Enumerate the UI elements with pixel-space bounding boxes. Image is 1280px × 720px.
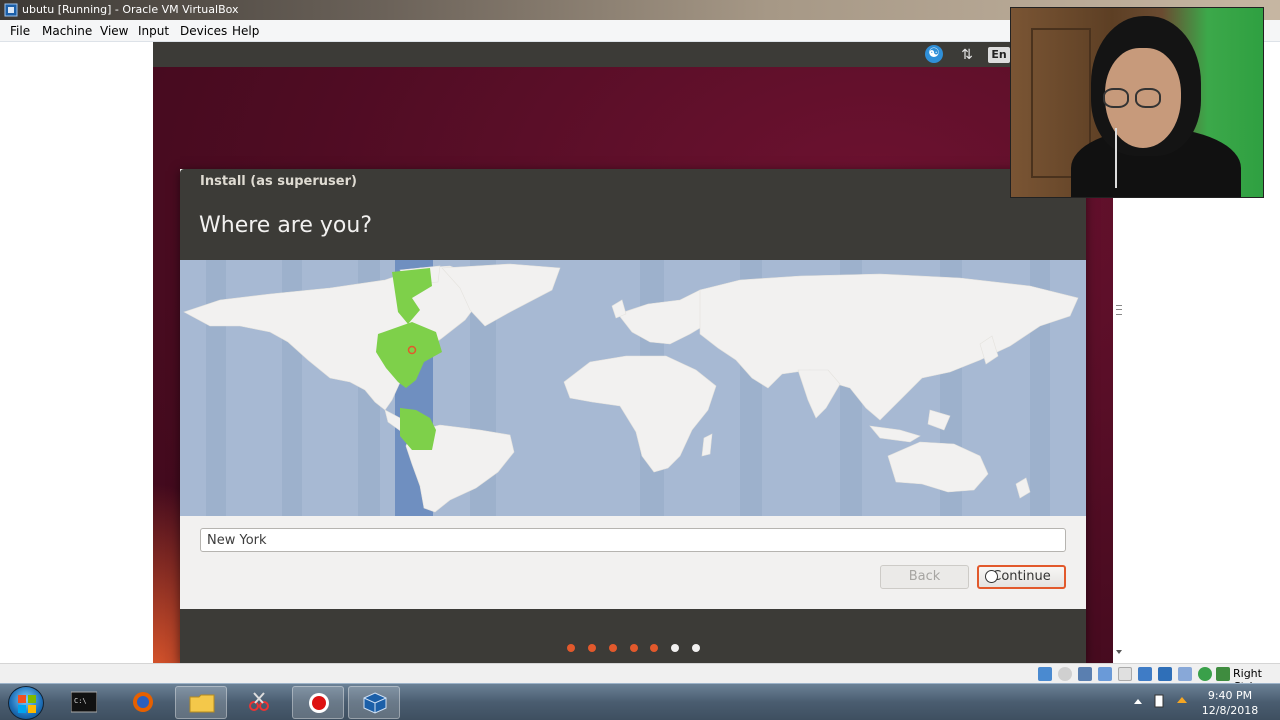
power-icon[interactable] (1175, 694, 1189, 708)
firefox-icon (133, 692, 153, 712)
folder-icon (189, 694, 215, 713)
continue-button[interactable]: Continue (977, 565, 1066, 589)
clock-date: 12/8/2018 (1201, 704, 1259, 717)
start-button[interactable] (8, 686, 44, 720)
taskbar-virtualbox[interactable] (348, 686, 400, 719)
accessibility-icon[interactable]: ☯ (925, 45, 943, 63)
progress-dot-completed (650, 644, 658, 652)
taskbar-firefox[interactable] (117, 686, 169, 719)
earphone-wire (1115, 128, 1117, 188)
windows-logo-icon (18, 695, 36, 713)
installer-header: Install (as superuser) Where are you? (180, 169, 1086, 260)
location-input[interactable] (200, 528, 1066, 552)
audio-icon[interactable] (1078, 667, 1092, 681)
virtualbox-icon (363, 692, 387, 714)
timezone-map[interactable] (180, 260, 1086, 516)
webcam-overlay (1010, 7, 1264, 198)
glasses-icon (1135, 88, 1161, 108)
record-icon (309, 693, 329, 713)
progress-dot-pending (671, 644, 679, 652)
clock-time: 9:40 PM (1207, 689, 1253, 702)
usb-icon[interactable] (1118, 667, 1132, 681)
network-adapter-icon[interactable] (1098, 667, 1112, 681)
menu-machine[interactable]: Machine (42, 24, 92, 38)
busy-cursor-icon (985, 570, 998, 583)
network-icon[interactable]: ⇅ (957, 45, 977, 65)
system-clock[interactable]: 9:40 PM 12/8/2018 (1196, 688, 1264, 718)
scissors-icon (249, 692, 269, 711)
installer-window-title: Install (as superuser) (200, 174, 357, 189)
taskbar-file-explorer[interactable] (175, 686, 227, 719)
installer-dialog: Install (as superuser) Where are you? Ne… (180, 169, 1086, 663)
back-button[interactable]: Back (880, 565, 969, 589)
taskbar-snipping-tool[interactable] (233, 686, 285, 719)
command-prompt-icon: C:\ (71, 691, 97, 713)
progress-dot-completed (588, 644, 596, 652)
menu-devices[interactable]: Devices (180, 24, 227, 38)
menu-help[interactable]: Help (232, 24, 259, 38)
progress-dot-completed (567, 644, 575, 652)
page-title: Where are you? (199, 213, 372, 238)
vt-x-icon[interactable] (1198, 667, 1212, 681)
progress-dot-pending (692, 644, 700, 652)
tray-device-icon[interactable] (1152, 694, 1166, 708)
hard-disk-icon[interactable] (1038, 667, 1052, 681)
vm-display-margin-left (0, 42, 153, 663)
svg-text:C:\: C:\ (74, 697, 87, 705)
keyboard-language-indicator[interactable]: En (988, 47, 1010, 63)
progress-dot-completed (630, 644, 638, 652)
progress-dot-completed (609, 644, 617, 652)
scrollbar-grip-icon[interactable] (1116, 305, 1122, 315)
vm-statusbar: Right Ctrl (0, 663, 1280, 693)
window-title: ubutu [Running] - Oracle VM VirtualBox (22, 3, 239, 16)
scroll-down-arrow-icon[interactable] (1116, 650, 1122, 654)
display-icon[interactable] (1158, 667, 1172, 681)
taskbar-command-prompt[interactable]: C:\ (58, 686, 110, 719)
show-hidden-icons-icon[interactable] (1134, 699, 1142, 704)
shared-folders-icon[interactable] (1138, 667, 1152, 681)
installer-footer (180, 609, 1086, 663)
menu-file[interactable]: File (10, 24, 30, 38)
menu-view[interactable]: View (100, 24, 128, 38)
optical-drive-icon[interactable] (1058, 667, 1072, 681)
mouse-integration-icon[interactable] (1216, 667, 1230, 681)
guest-top-panel: ☯ ⇅ En (153, 42, 1113, 67)
continue-button-label: Continue (992, 569, 1051, 584)
glasses-icon (1103, 88, 1129, 108)
menu-input[interactable]: Input (138, 24, 169, 38)
windows-taskbar: C:\ 9:40 PM 12/8/2018 (0, 683, 1280, 720)
virtualbox-icon (4, 3, 18, 17)
taskbar-screen-recorder[interactable] (292, 686, 344, 719)
recording-icon[interactable] (1178, 667, 1192, 681)
